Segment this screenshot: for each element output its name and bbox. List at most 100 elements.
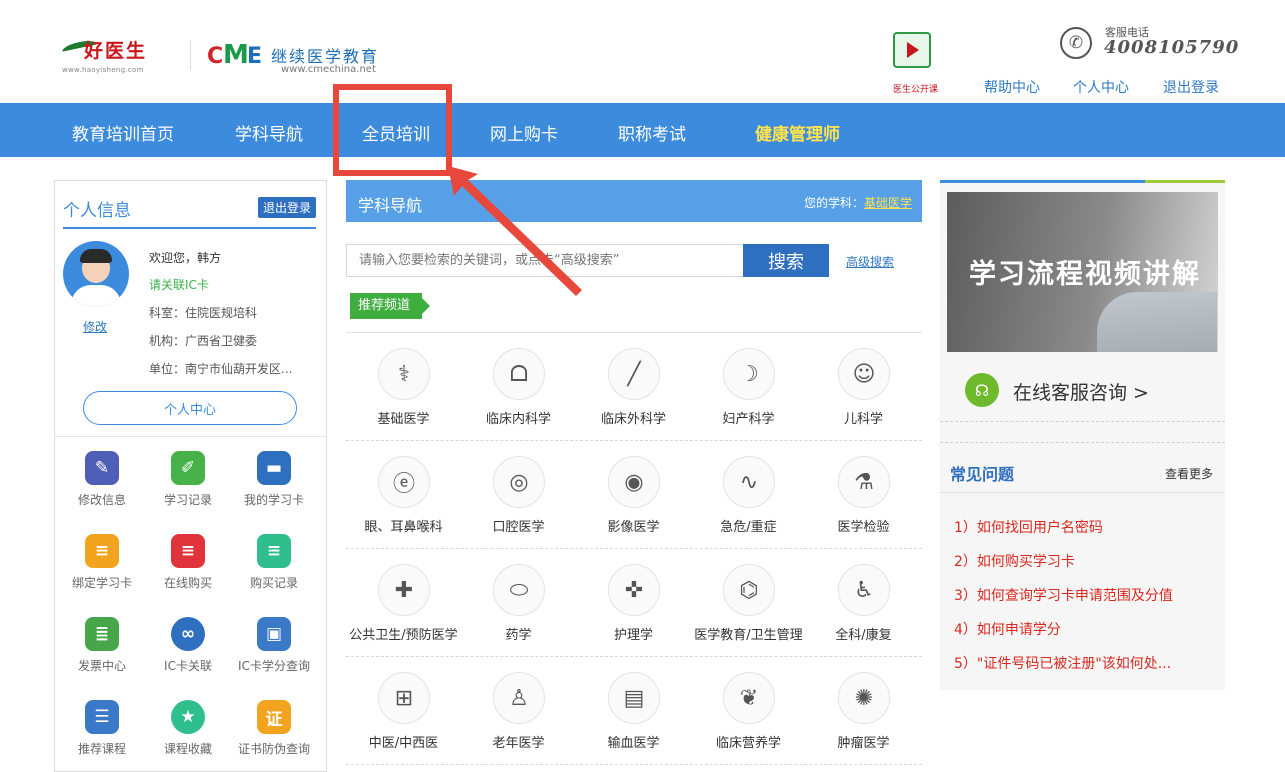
personal-center-button[interactable]: 个人中心 [83, 391, 297, 425]
faq-item[interactable]: 5）"证件号码已被注册"该如何处... [954, 653, 1171, 673]
faq-item[interactable]: 2）如何购买学习卡 [954, 551, 1075, 571]
subject-label: 全科/康复 [835, 628, 892, 643]
tutorial-video-title: 学习流程视频讲解 [969, 259, 1201, 290]
quick-link-label: 绑定学习卡 [71, 576, 132, 590]
subject-item[interactable]: ⌬ 医学教育/卫生管理 [691, 548, 806, 656]
help-side-panel: 学习流程视频讲解 ☊ 在线客服咨询 > 常见问题 查看更多 1）如何找回用户名密… [940, 180, 1225, 690]
subject-item[interactable]: ☽ 妇产科学 [691, 332, 806, 440]
subject-item[interactable]: ⚗ 医学检验 [806, 440, 921, 548]
logo-divider [190, 40, 191, 70]
personal-info-title: 个人信息 [63, 201, 131, 221]
subject-item[interactable]: ♿ 全科/康复 [806, 548, 921, 656]
quick-link-item[interactable]: ∞ IC卡关联 [143, 612, 233, 673]
cme-logo-letter-m: M [223, 40, 249, 70]
subject-item[interactable]: ♙ 老年医学 [461, 656, 576, 764]
faq-item[interactable]: 1）如何找回用户名密码 [954, 517, 1103, 537]
nav-subject-navigation[interactable]: 学科导航 [235, 120, 303, 145]
subject-item[interactable]: ▤ 输血医学 [576, 656, 691, 764]
lab-flask-icon: ⚗ [838, 456, 890, 508]
subject-item[interactable]: ❦ 临床营养学 [691, 656, 806, 764]
tutorial-video-banner[interactable]: 学习流程视频讲解 [947, 192, 1218, 352]
faq-item[interactable]: 4）如何申请学分 [954, 619, 1061, 639]
subject-row-divider [346, 440, 922, 441]
cart-icon: ≡ [171, 534, 205, 568]
faq-title: 常见问题 [950, 465, 1015, 484]
subject-item[interactable]: ⬭ 药学 [461, 548, 576, 656]
subject-item[interactable]: ✜ 护理学 [576, 548, 691, 656]
quick-link-item[interactable]: ▬ 我的学习卡 [229, 446, 319, 507]
quick-link-item[interactable]: ★ 课程收藏 [143, 695, 233, 756]
subject-item[interactable]: ✺ 肿瘤医学 [806, 656, 921, 764]
edit-avatar-link[interactable]: 修改 [83, 318, 107, 335]
cross-leaf-icon: ✜ [608, 564, 660, 616]
quick-link-item[interactable]: 证证书防伪查询 [229, 695, 319, 756]
link-ic-card-link[interactable]: 请关联IC卡 [149, 276, 209, 293]
department-text: 科室：住院医规培科 [149, 306, 258, 320]
avatar-hair [80, 249, 112, 263]
side-panel-divider-2 [940, 442, 1225, 443]
side-panel-divider [940, 421, 1225, 422]
subject-item[interactable]: ✚ 公共卫生/预防医学 [346, 548, 461, 656]
unit-text: 单位：南宁市仙葫开发区... [149, 362, 293, 376]
faq-more-link[interactable]: 查看更多 [1165, 465, 1213, 482]
nav-health-manager[interactable]: 健康管理师 [755, 120, 840, 145]
subject-item[interactable]: ᗝ 临床内科学 [461, 332, 576, 440]
haoyisheng-logo[interactable]: 好医生 www.haoyisheng.com [61, 36, 192, 80]
quick-link-item[interactable]: ≡ 在线购买 [143, 529, 233, 590]
quick-link-item[interactable]: ≣ 发票中心 [57, 612, 147, 673]
cme-logo[interactable]: C M E 继续医学教育 www.cmechina.net [207, 38, 407, 84]
quick-link-label: 发票中心 [77, 659, 126, 673]
quick-link-item[interactable]: ≡ 购买记录 [229, 529, 319, 590]
ecg-monitor-icon: ∿ [723, 456, 775, 508]
avatar-coat [71, 285, 121, 307]
help-center-link[interactable]: 帮助中心 [984, 77, 1040, 97]
subject-item[interactable]: ☺ 儿科学 [806, 332, 921, 440]
personal-info-header: 个人信息 退出登录 [63, 191, 316, 229]
subject-item[interactable]: ◉ 影像医学 [576, 440, 691, 548]
quick-link-item[interactable]: ✐ 学习记录 [143, 446, 233, 507]
subject-item[interactable]: ╱ 临床外科学 [576, 332, 691, 440]
public-class-icon[interactable] [893, 32, 931, 68]
cme-logo-letter-c: C [207, 44, 224, 69]
headset-icon: ☊ [965, 373, 999, 407]
public-class-label[interactable]: 医生公开课 [893, 82, 938, 95]
quick-link-item[interactable]: ▣ IC卡学分查询 [229, 612, 319, 673]
advanced-search-link[interactable]: 高级搜索 [846, 253, 894, 270]
subject-panel-header: 学科导航 您的学科：基础医学 [346, 180, 922, 222]
subject-item[interactable]: ∿ 急危/重症 [691, 440, 806, 548]
certificate-icon: 证 [257, 700, 291, 734]
shield-plus-icon: ✚ [378, 564, 430, 616]
subject-label: 肿瘤医学 [837, 736, 890, 751]
faq-item[interactable]: 3）如何查询学习卡申请范围及分值 [954, 585, 1173, 605]
scalpel-icon: ╱ [608, 348, 660, 400]
quick-link-label: IC卡学分查询 [238, 659, 310, 673]
quick-link-item[interactable]: ✎ 修改信息 [57, 446, 147, 507]
panel-logout-button[interactable]: 退出登录 [257, 197, 316, 218]
nav-buy-card-online[interactable]: 网上购卡 [490, 120, 558, 145]
quick-link-label: 修改信息 [77, 493, 126, 507]
subject-item[interactable]: ◎ 口腔医学 [461, 440, 576, 548]
scanner-icon: ◉ [608, 456, 660, 508]
my-subject: 您的学科：基础医学 [804, 194, 912, 211]
personal-center-link[interactable]: 个人中心 [1073, 77, 1129, 97]
bind-card-icon: ≡ [85, 534, 119, 568]
cme-logo-url: www.cmechina.net [281, 64, 376, 75]
subject-item[interactable]: ⓔ 眼、耳鼻喉科 [346, 440, 461, 548]
organization-text: 机构：广西省卫健委 [149, 334, 258, 348]
quick-link-label: 推荐课程 [77, 742, 126, 756]
subject-item[interactable]: ⚕ 基础医学 [346, 332, 461, 440]
notebook-icon: ✐ [171, 451, 205, 485]
quick-link-item[interactable]: ≡ 绑定学习卡 [57, 529, 147, 590]
subject-item[interactable]: ⊞ 中医/中西医 [346, 656, 461, 764]
nav-title-exam[interactable]: 职称考试 [618, 120, 686, 145]
search-button[interactable]: 搜索 [743, 244, 829, 277]
phone-icon: ✆ [1060, 27, 1092, 59]
my-subject-value[interactable]: 基础医学 [864, 196, 912, 210]
lungs-icon: ᗝ [493, 348, 545, 400]
quick-link-item[interactable]: ☰ 推荐课程 [57, 695, 147, 756]
logout-link[interactable]: 退出登录 [1163, 77, 1219, 97]
app-root: 好医生 www.haoyisheng.com C M E 继续医学教育 www.… [0, 0, 1285, 772]
baby-face-icon: ☺ [838, 348, 890, 400]
nav-education-home[interactable]: 教育培训首页 [72, 120, 174, 145]
card-icon: ▬ [257, 451, 291, 485]
